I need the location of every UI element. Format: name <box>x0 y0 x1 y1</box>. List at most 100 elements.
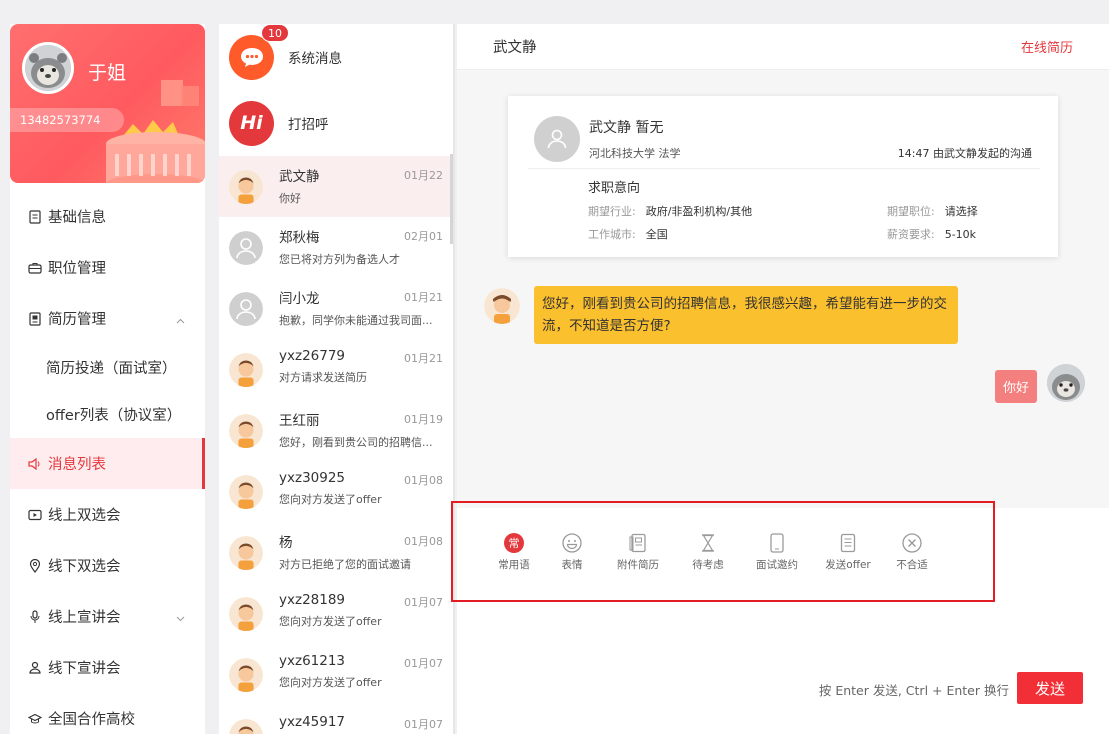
sidebar-item-label: 基础信息 <box>48 210 106 226</box>
briefcase-icon <box>28 261 42 275</box>
tool-common-phrase[interactable]: 常常用语 <box>485 532 543 572</box>
attachment-resume-icon <box>627 532 649 554</box>
scrollbar[interactable] <box>450 154 453 244</box>
conversation-date: 01月08 <box>404 474 443 487</box>
sidebar-menu: 基础信息 职位管理 简历管理 简历投递（面试室） offer列表（协议室） 消息… <box>10 191 205 734</box>
avatar <box>229 658 263 692</box>
candidate-card[interactable]: 武文静 暂无 河北科技大学 法学 14:47 由武文静发起的沟通 求职意向 期望… <box>508 96 1058 257</box>
tool-emoji[interactable]: 表情 <box>543 532 601 572</box>
sidebar-item-label: 简历管理 <box>48 312 106 328</box>
sidebar-item-label: 线上双选会 <box>48 508 121 524</box>
conversation-item[interactable]: yxz28189 01月07 您向对方发送了offer <box>219 583 453 644</box>
avatar <box>229 292 263 326</box>
tool-reject[interactable]: 不合适 <box>883 532 941 572</box>
conversation-date: 01月07 <box>404 657 443 670</box>
sidebar-item-label: 简历投递（面试室） <box>46 361 177 377</box>
sidebar-item-message-list[interactable]: 消息列表 <box>10 438 205 489</box>
avatar <box>229 475 263 509</box>
online-resume-link[interactable]: 在线简历 <box>1021 37 1073 56</box>
send-button[interactable]: 发送 <box>1017 672 1083 704</box>
system-messages-label: 系统消息 <box>288 51 342 67</box>
greeting-item[interactable]: Hi 打招呼 <box>219 90 453 156</box>
avatar <box>484 288 520 324</box>
conversation-preview: 您好，刚看到贵公司的招聘信... <box>279 436 433 449</box>
interview-invite-icon <box>766 532 788 554</box>
resume-icon <box>28 311 42 326</box>
video-icon <box>28 508 42 522</box>
sidebar-item-label: 职位管理 <box>48 261 106 277</box>
sidebar-item-offer-list[interactable]: offer列表（协议室） <box>10 391 205 438</box>
document-icon <box>28 209 42 224</box>
tool-hourglass[interactable]: 待考虑 <box>675 532 741 572</box>
sidebar-item-online-fair[interactable]: 线上双选会 <box>10 489 205 540</box>
tool-attachment-resume[interactable]: 附件简历 <box>601 532 675 572</box>
sidebar-item-basic-info[interactable]: 基础信息 <box>10 191 205 242</box>
avatar <box>229 231 263 265</box>
system-messages-item[interactable]: 10 系统消息 <box>219 24 453 90</box>
chat-contact-name: 武文静 <box>493 40 537 56</box>
conversation-item[interactable]: yxz30925 01月08 您向对方发送了offer <box>219 461 453 522</box>
tool-label: 不合适 <box>896 559 928 571</box>
user-placeholder-icon <box>534 116 580 162</box>
tool-label: 面试邀约 <box>756 559 798 571</box>
people-icon <box>28 661 42 675</box>
conversation-item[interactable]: 郑秋梅 02月01 您已将对方列为备选人才 <box>219 217 453 278</box>
candidate-school-major: 河北科技大学 法学 <box>589 147 681 160</box>
chat-messages: 武文静 暂无 河北科技大学 法学 14:47 由武文静发起的沟通 求职意向 期望… <box>457 70 1109 508</box>
chevron-up-icon[interactable] <box>176 312 185 328</box>
outgoing-message-bubble: 你好 <box>994 370 1037 403</box>
sidebar: 于姐 13482573774 基础信息 职位管理 简历管理 简历投递（面试室） … <box>10 24 205 734</box>
avatar[interactable] <box>22 42 74 94</box>
conversation-list: 10 系统消息 Hi 打招呼 武文静 01月22 你好 郑秋梅 02月01 您已将对方列为… <box>219 24 455 734</box>
job-intent-title: 求职意向 <box>588 181 641 196</box>
sidebar-item-label: 消息列表 <box>48 457 106 473</box>
sidebar-item-label: 线上宣讲会 <box>48 610 121 626</box>
conversation-preview: 您向对方发送了offer <box>279 615 382 628</box>
avatar <box>1047 364 1085 402</box>
conversation-item[interactable]: 闫小龙 01月21 抱歉，同学你未能通过我司面... <box>219 278 453 339</box>
sidebar-item-partner-schools[interactable]: 全国合作高校 <box>10 693 205 734</box>
tool-label: 常用语 <box>498 559 530 571</box>
sidebar-item-label: offer列表（协议室） <box>46 408 182 424</box>
avatar <box>229 597 263 631</box>
conversation-date: 01月19 <box>404 413 443 426</box>
conversation-preview: 你好 <box>279 192 301 205</box>
conversation-item[interactable]: yxz26779 01月21 对方请求发送简历 <box>219 339 453 400</box>
avatar <box>229 414 263 448</box>
sidebar-item-job-management[interactable]: 职位管理 <box>10 242 205 293</box>
conversation-date: 01月08 <box>404 535 443 548</box>
conversation-item[interactable]: 王红丽 01月19 您好，刚看到贵公司的招聘信... <box>219 400 453 461</box>
chevron-down-icon[interactable] <box>176 610 185 626</box>
avatar <box>229 719 263 734</box>
conversation-date: 01月07 <box>404 718 443 731</box>
tool-interview-invite[interactable]: 面试邀约 <box>741 532 813 572</box>
candidate-name: 武文静 暂无 <box>589 120 664 136</box>
send-hint: 按 Enter 发送, Ctrl + Enter 换行 <box>818 683 1009 698</box>
conversation-preview: 抱歉，同学你未能通过我司面... <box>279 314 433 327</box>
sidebar-item-online-talk[interactable]: 线上宣讲会 <box>10 591 205 642</box>
conversation-item[interactable]: 武文静 01月22 你好 <box>219 156 453 217</box>
sidebar-item-label: 全国合作高校 <box>48 712 135 728</box>
sidebar-item-resume-management[interactable]: 简历管理 <box>10 293 205 344</box>
greeting-label: 打招呼 <box>288 117 329 133</box>
svg-text:常: 常 <box>509 537 520 550</box>
avatar <box>229 170 263 204</box>
conversation-item[interactable]: yxz45917 01月07 <box>219 705 453 734</box>
conversation-preview: 您向对方发送了offer <box>279 493 382 506</box>
send-offer-icon <box>837 532 859 554</box>
sidebar-item-offline-talk[interactable]: 线下宣讲会 <box>10 642 205 693</box>
conversation-item[interactable]: 杨 01月08 对方已拒绝了您的面试邀请 <box>219 522 453 583</box>
chat-header: 武文静 在线简历 <box>457 24 1109 70</box>
avatar <box>229 536 263 570</box>
sidebar-item-resume-delivery[interactable]: 简历投递（面试室） <box>10 344 205 391</box>
incoming-message-bubble: 您好，刚看到贵公司的招聘信息，我很感兴趣，希望能有进一步的交流，不知道是否方便? <box>534 286 958 344</box>
common-phrase-icon: 常 <box>503 532 525 554</box>
work-city: 工作城市: 全国 <box>588 228 668 241</box>
location-pin-icon <box>28 558 42 573</box>
conversation-preview: 您已将对方列为备选人才 <box>279 253 400 266</box>
conversation-item[interactable]: yxz61213 01月07 您向对方发送了offer <box>219 644 453 705</box>
microphone-icon <box>28 609 42 624</box>
tool-send-offer[interactable]: 发送offer <box>813 532 883 572</box>
tool-label: 待考虑 <box>692 559 724 571</box>
sidebar-item-offline-fair[interactable]: 线下双选会 <box>10 540 205 591</box>
